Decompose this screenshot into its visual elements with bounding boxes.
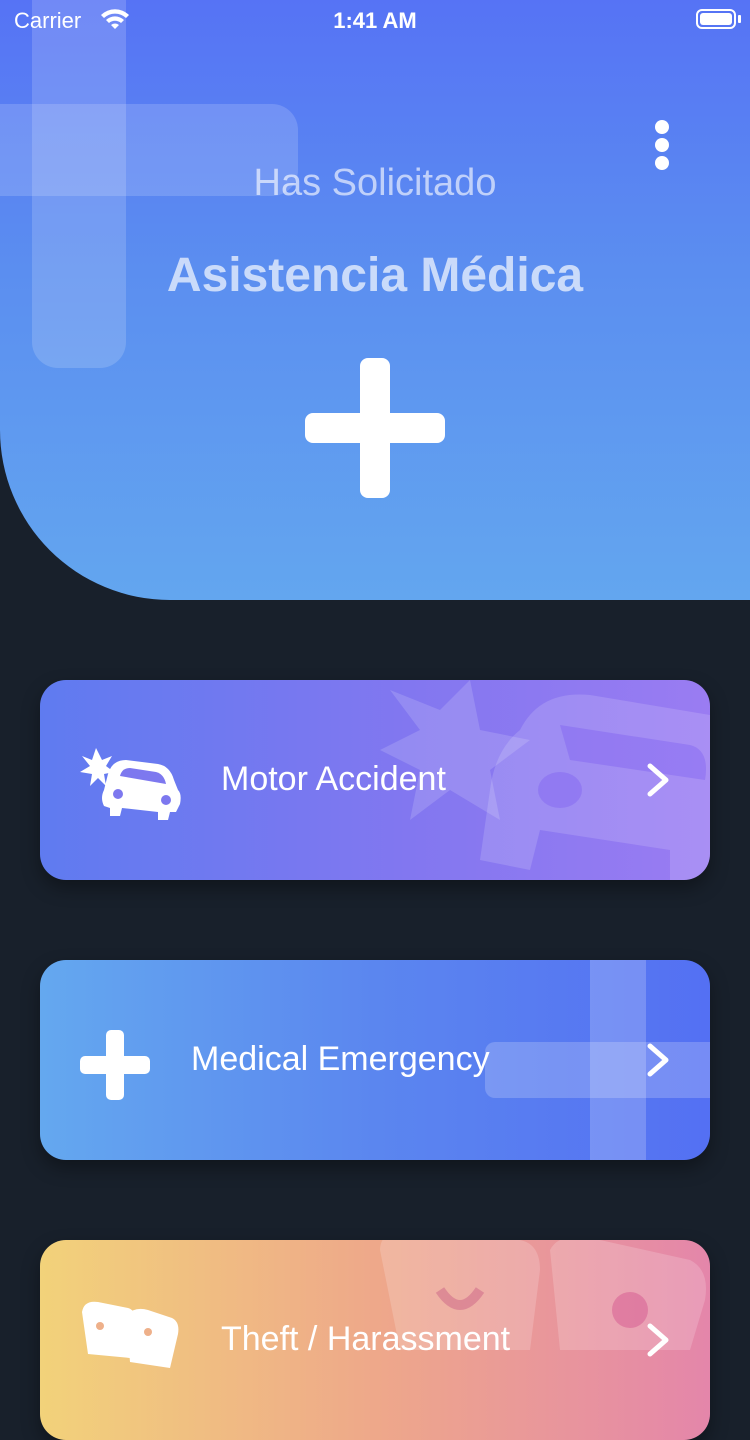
- motor-accident-card[interactable]: Motor Accident: [40, 680, 710, 880]
- status-bar: Carrier 1:41 AM: [0, 0, 750, 40]
- theft-harassment-label: Theft / Harassment: [221, 1320, 511, 1358]
- medical-emergency-card[interactable]: Medical Emergency: [40, 960, 710, 1160]
- battery-tip: [738, 15, 741, 23]
- car-crash-icon: [80, 748, 181, 820]
- battery-icon: [696, 9, 736, 29]
- medical-emergency-label: Medical Emergency: [191, 1040, 490, 1078]
- header-subtitle: Has Solicitado: [253, 162, 497, 204]
- mask-icon: [82, 1301, 179, 1368]
- cross-decoration: [485, 1042, 710, 1098]
- chevron-right-icon: [647, 763, 669, 797]
- header-banner: Carrier 1:41 AM Has Solicitado Asistenci…: [0, 0, 750, 600]
- clock: 1:41 AM: [333, 8, 417, 33]
- motor-accident-label: Motor Accident: [221, 760, 446, 798]
- chevron-right-icon: [647, 1323, 669, 1357]
- chevron-right-icon: [647, 1043, 669, 1077]
- theft-harassment-card[interactable]: Theft / Harassment: [40, 1240, 710, 1440]
- header-title: Asistencia Médica: [166, 249, 584, 302]
- plus-icon: [80, 1024, 150, 1104]
